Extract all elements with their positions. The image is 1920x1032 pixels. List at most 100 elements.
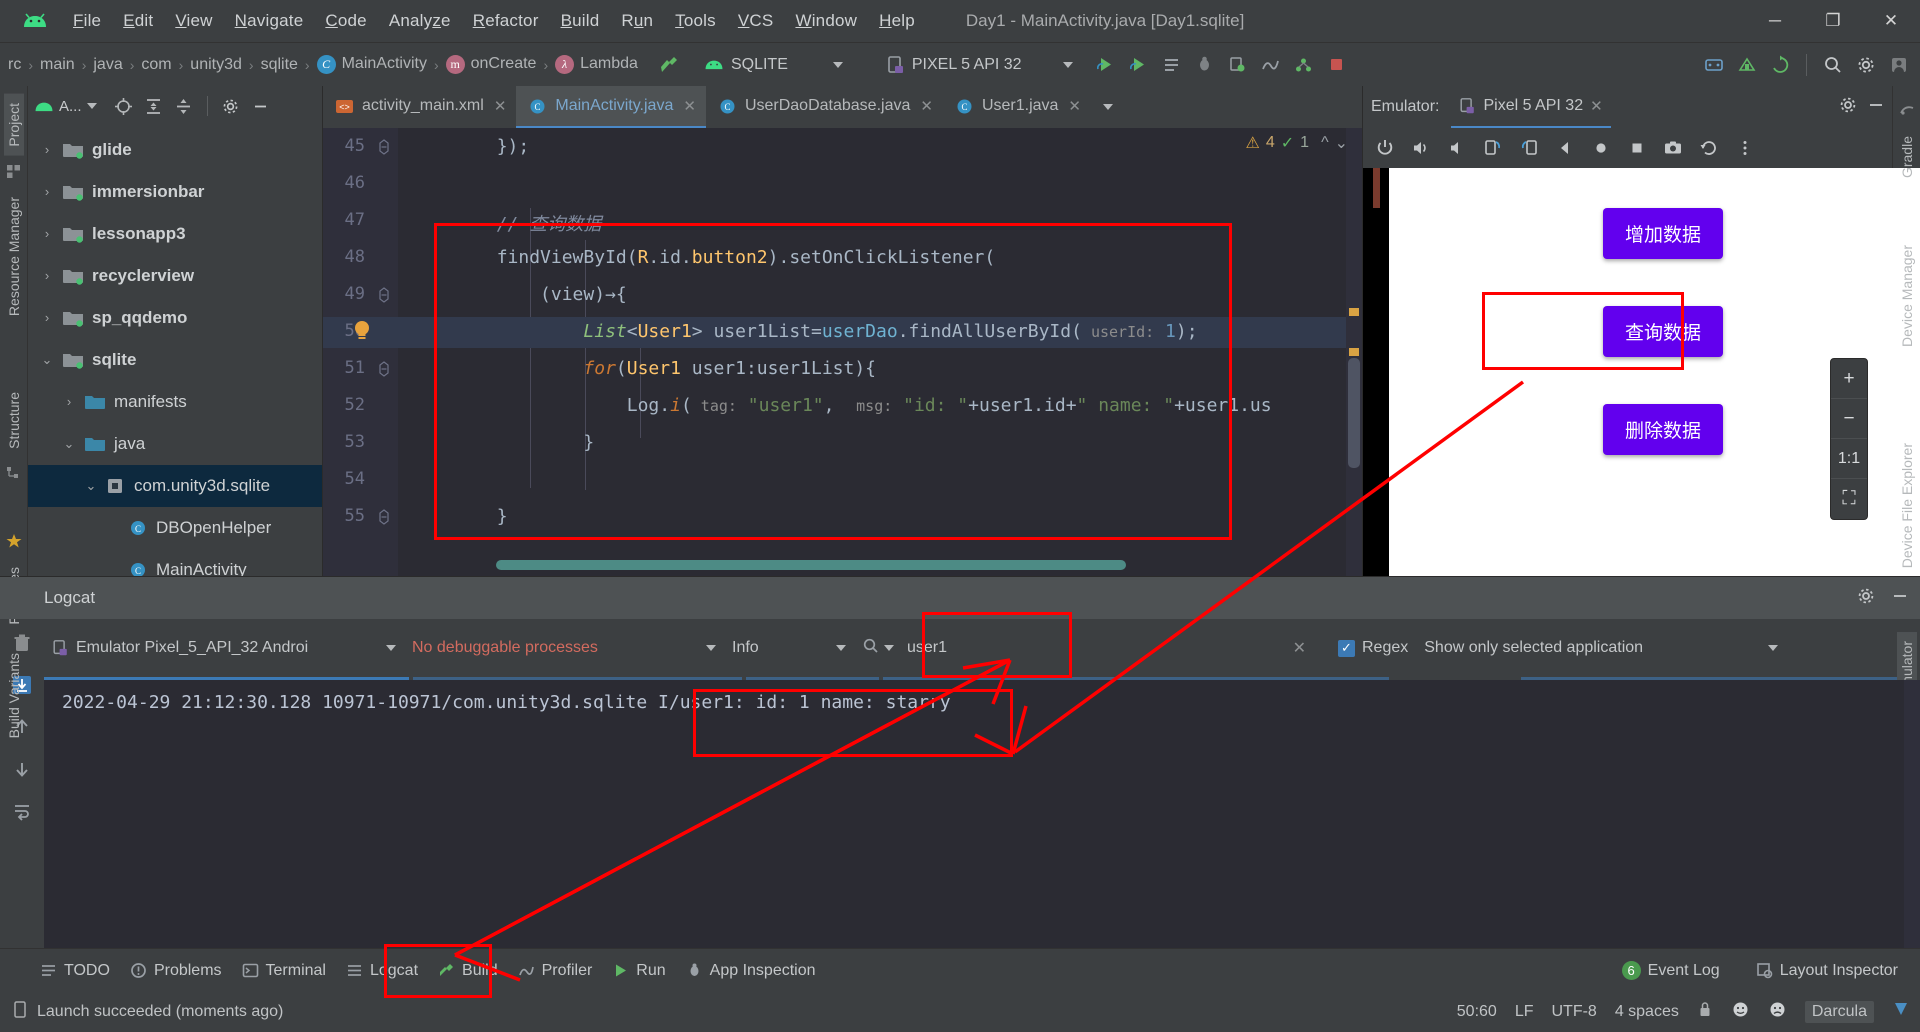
- tool-window-terminal[interactable]: Terminal: [232, 958, 336, 984]
- tree-node-recyclerview[interactable]: › recyclerview: [28, 255, 322, 297]
- tree-node-manifests[interactable]: › manifests: [28, 381, 322, 423]
- attach-debugger-icon[interactable]: [1223, 50, 1253, 80]
- intention-bulb-icon[interactable]: [352, 319, 372, 348]
- gradle-sync-icon[interactable]: [1765, 50, 1795, 80]
- logcat-regex-checkbox[interactable]: ✓ Regex: [1330, 631, 1416, 665]
- chevron-right-icon[interactable]: ›: [40, 226, 54, 241]
- project-tree[interactable]: › glide › immersionbar › lessonapp3 › recyclerv…: [28, 127, 322, 576]
- menu-item-file[interactable]: File: [62, 7, 112, 35]
- tree-node-immersionbar[interactable]: › immersionbar: [28, 171, 322, 213]
- zoom-in-button[interactable]: +: [1831, 359, 1867, 399]
- line-separator[interactable]: LF: [1515, 1003, 1534, 1021]
- scroll-up-icon[interactable]: ^: [1321, 134, 1329, 152]
- rail-item-structure[interactable]: Structure: [4, 383, 24, 458]
- stop-button[interactable]: [1322, 50, 1352, 80]
- menu-item-navigate[interactable]: Navigate: [224, 7, 315, 35]
- editor-tab-activity-main-xml[interactable]: <> activity_main.xml ✕: [323, 86, 516, 128]
- rail-item-device-file-explorer[interactable]: Device File Explorer: [1897, 434, 1917, 577]
- gear-icon[interactable]: [1838, 95, 1858, 120]
- screenshot-icon[interactable]: [1657, 133, 1689, 163]
- favorites-star-icon[interactable]: [6, 533, 22, 554]
- breadcrumb-item-oncreate[interactable]: m onCreate: [442, 53, 541, 76]
- gear-icon[interactable]: [1851, 50, 1881, 80]
- logcat-process-selector[interactable]: No debuggable processes: [404, 631, 724, 665]
- collapse-all-icon[interactable]: [171, 93, 197, 119]
- code-editor[interactable]: 45 46 47 48 49 50 51 52 53 54 55 }); // 查询数据 findV…: [323, 128, 1362, 576]
- tree-node-mainactivity[interactable]: C MainActivity: [28, 549, 322, 576]
- user-account-icon[interactable]: [1884, 50, 1914, 80]
- logcat-search-field[interactable]: user1 ✕: [854, 631, 1314, 665]
- editor-scrollbar[interactable]: [1346, 128, 1362, 576]
- tool-window-todo[interactable]: TODO: [30, 958, 120, 984]
- resource-manager-icon[interactable]: [6, 164, 21, 184]
- menu-item-build[interactable]: Build: [550, 7, 611, 35]
- editor-tabs-overflow-icon[interactable]: [1091, 86, 1125, 128]
- soft-wrap-icon[interactable]: [8, 797, 36, 825]
- tool-window-layout-inspector[interactable]: Layout Inspector: [1746, 958, 1908, 984]
- gradle-icon[interactable]: [1899, 102, 1915, 123]
- editor-tab-user1-java[interactable]: C User1.java ✕: [943, 86, 1091, 128]
- minimize-window-button[interactable]: ─: [1746, 0, 1804, 42]
- power-icon[interactable]: [1369, 133, 1401, 163]
- device-explorer-icon[interactable]: [1289, 50, 1319, 80]
- editor-tab-mainactivity-java[interactable]: C MainActivity.java ✕: [516, 86, 706, 128]
- code-fold-icon[interactable]: [378, 287, 390, 306]
- make-project-button[interactable]: [654, 50, 684, 80]
- back-icon[interactable]: [1549, 133, 1581, 163]
- menu-item-analyze[interactable]: Analyze: [378, 7, 462, 35]
- menu-item-window[interactable]: Window: [784, 7, 868, 35]
- close-tab-icon[interactable]: ✕: [494, 97, 507, 115]
- lock-icon[interactable]: [1697, 1001, 1713, 1023]
- minimize-icon[interactable]: [1866, 95, 1886, 120]
- chevron-right-icon[interactable]: ›: [40, 310, 54, 325]
- tool-window-build[interactable]: Build: [428, 958, 508, 984]
- caret-position[interactable]: 50:60: [1457, 1003, 1497, 1021]
- menu-item-vcs[interactable]: VCS: [727, 7, 785, 35]
- emulator-screen[interactable]: 增加数据 查询数据 删除数据 + − 1:1 ⛶: [1363, 168, 1920, 576]
- tree-node-sp-qqdemo[interactable]: › sp_qqdemo: [28, 297, 322, 339]
- chevron-right-icon[interactable]: ›: [62, 394, 76, 409]
- close-window-button[interactable]: ✕: [1862, 0, 1920, 42]
- menu-item-run[interactable]: Run: [610, 7, 664, 35]
- tool-window-event-log[interactable]: 6 Event Log: [1612, 957, 1730, 984]
- tool-window-app-inspection[interactable]: App Inspection: [676, 958, 826, 984]
- code-fold-icon[interactable]: [378, 139, 390, 158]
- chevron-right-icon[interactable]: ›: [40, 142, 54, 157]
- rail-item-device-manager[interactable]: Device Manager: [1897, 236, 1917, 356]
- menu-item-help[interactable]: Help: [868, 7, 926, 35]
- code-canvas[interactable]: }); // 查询数据 findViewById(R.id.button2).s…: [398, 128, 1362, 576]
- rotate-right-icon[interactable]: [1513, 133, 1545, 163]
- breadcrumb-item-rc[interactable]: rc: [4, 54, 25, 76]
- hide-panel-icon[interactable]: [248, 93, 274, 119]
- breadcrumb-item-unity3d[interactable]: unity3d: [186, 54, 246, 76]
- breadcrumb-item-main[interactable]: main: [36, 54, 79, 76]
- breadcrumb-item-lambda[interactable]: λ Lambda: [551, 53, 642, 76]
- down-icon[interactable]: [8, 755, 36, 783]
- tool-window-profiler[interactable]: Profiler: [508, 958, 603, 984]
- horizontal-scrollbar[interactable]: [496, 560, 1126, 570]
- project-view-selector[interactable]: A...: [34, 98, 97, 115]
- avd-manager-icon[interactable]: [1699, 50, 1729, 80]
- feedback-sad-icon[interactable]: [1768, 1000, 1787, 1024]
- zoom-actual-button[interactable]: 1:1: [1831, 439, 1867, 479]
- breadcrumb-item-mainactivity[interactable]: C MainActivity: [313, 53, 431, 76]
- tree-node-glide[interactable]: › glide: [28, 129, 322, 171]
- add-data-button[interactable]: 增加数据: [1602, 208, 1723, 259]
- device-selector[interactable]: PIXEL 5 API 32: [879, 51, 1081, 79]
- tool-window-problems[interactable]: Problems: [120, 958, 232, 984]
- rail-item-gradle[interactable]: Gradle: [1897, 127, 1917, 187]
- close-icon[interactable]: ✕: [1590, 97, 1603, 115]
- logcat-scope-selector[interactable]: Show only selected application: [1416, 631, 1786, 665]
- theme-indicator[interactable]: Darcula: [1804, 1001, 1874, 1023]
- notifications-icon[interactable]: [1892, 1001, 1910, 1024]
- menu-item-code[interactable]: Code: [314, 7, 377, 35]
- apply-changes-icon[interactable]: [1157, 50, 1187, 80]
- rail-item-resource-manager[interactable]: Resource Manager: [4, 188, 24, 325]
- emulator-tab[interactable]: Pixel 5 API 32 ✕: [1451, 86, 1611, 128]
- close-tab-icon[interactable]: ✕: [683, 97, 696, 115]
- editor-gutter[interactable]: 45 46 47 48 49 50 51 52 53 54 55: [323, 128, 398, 576]
- logcat-device-selector[interactable]: Emulator Pixel_5_API_32 Androi: [44, 631, 404, 665]
- breadcrumb-item-sqlite[interactable]: sqlite: [257, 54, 302, 76]
- gear-icon[interactable]: [218, 93, 244, 119]
- inspection-status[interactable]: ⚠ 4 ✓ 1 ^ ⌄: [1246, 133, 1348, 153]
